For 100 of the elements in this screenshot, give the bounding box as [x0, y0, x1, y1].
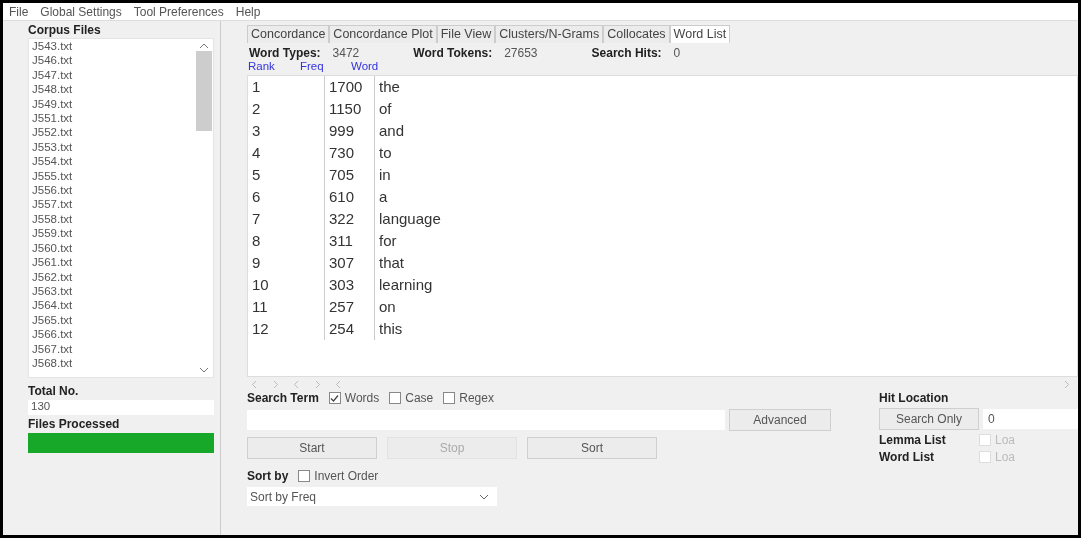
- table-cell-text: 11: [251, 297, 269, 317]
- corpus-txt-entry[interactable]: J546.txt: [32, 53, 195, 68]
- checkbox[interactable]: [443, 392, 456, 404]
- menu-item[interactable]: Tool Preferences: [133, 4, 224, 19]
- total-field: 130: [28, 400, 214, 415]
- corpus-txt-entry[interactable]: J566.txt: [32, 327, 195, 342]
- table-cell-text: 10: [251, 275, 270, 295]
- checkbox[interactable]: [389, 392, 402, 404]
- table-cell-text: 4: [251, 143, 262, 163]
- corpus-txt-entry[interactable]: J549.txt: [32, 96, 195, 112]
- sort-dropdown[interactable]: Sort by Freq: [247, 487, 497, 506]
- corpus-txt-entry[interactable]: J554.txt: [32, 154, 195, 169]
- checkbox-option[interactable]: Words: [328, 391, 380, 405]
- scroll-right-icon[interactable]: [1063, 379, 1070, 389]
- scroll-down-icon[interactable]: [199, 367, 209, 373]
- tab[interactable]: Concordance Plot: [329, 25, 437, 43]
- checkbox-label: Invert Order: [314, 469, 379, 483]
- tab[interactable]: Word List: [669, 25, 731, 43]
- table-cell: 1150: [324, 98, 374, 120]
- scroll-right-icon[interactable]: [314, 379, 321, 389]
- corpus-txt-entry[interactable]: J562.txt: [32, 269, 195, 284]
- table-cell: learning: [374, 274, 1077, 296]
- table-cell: 610: [324, 186, 374, 208]
- action-button[interactable]: Sort: [527, 437, 657, 459]
- scroll-left-icon[interactable]: [251, 379, 258, 389]
- table-cell: to: [374, 142, 1077, 164]
- corpus-txt-entry[interactable]: J551.txt: [32, 111, 195, 126]
- column-header[interactable]: Word: [351, 60, 1078, 75]
- corpus-txt-entry[interactable]: J558.txt: [32, 211, 195, 227]
- table-cell-text: 3: [251, 121, 262, 141]
- scroll-thumb[interactable]: [196, 51, 212, 131]
- table-cell: in: [374, 164, 1077, 186]
- table-cell: the: [374, 76, 1077, 98]
- table-cell: 303: [324, 274, 374, 296]
- corpus-txt-entry[interactable]: J556.txt: [32, 183, 195, 198]
- checkbox-label: Case: [405, 391, 434, 405]
- checkbox[interactable]: [298, 470, 311, 482]
- scroll-left-icon[interactable]: [335, 379, 342, 389]
- table-cell: and: [374, 120, 1077, 142]
- tab[interactable]: Concordance: [247, 25, 330, 43]
- scroll-up-icon[interactable]: [199, 43, 209, 49]
- checkbox-option[interactable]: Invert Order: [298, 469, 379, 483]
- corpus-txt-entry[interactable]: J560.txt: [32, 240, 195, 256]
- list-label: Word List: [879, 450, 936, 464]
- corpus-txt-entry[interactable]: J555.txt: [32, 168, 195, 184]
- table-cell: 254: [324, 318, 374, 340]
- table-cell: on: [374, 296, 1077, 318]
- search-only-button[interactable]: Search Only: [879, 408, 979, 430]
- table-cell-text: 12: [251, 319, 270, 339]
- search-term-label: Search Term: [247, 391, 319, 405]
- list-label: Lemma List: [879, 433, 947, 447]
- table-cell-text: 8: [251, 231, 262, 251]
- advanced-button[interactable]: Advanced: [729, 409, 831, 431]
- table-cell: 999: [324, 120, 374, 142]
- corpus-txt-entry[interactable]: J559.txt: [32, 226, 195, 241]
- column-header[interactable]: Rank: [248, 60, 300, 75]
- table-cell: 307: [324, 252, 374, 274]
- stat-label: Search Hits:: [591, 46, 662, 60]
- menu-item[interactable]: Global Settings: [40, 4, 122, 19]
- scroll-left-icon[interactable]: [293, 379, 300, 389]
- corpus-txt-entry[interactable]: J564.txt: [32, 298, 195, 313]
- hit-location-field[interactable]: 0: [983, 409, 1078, 429]
- table-cell: 257: [324, 296, 374, 318]
- table-cell: 322: [324, 208, 374, 230]
- tab[interactable]: File View: [436, 25, 496, 43]
- tab[interactable]: Clusters/N-Grams: [495, 25, 604, 43]
- column-header[interactable]: Freq: [300, 60, 351, 75]
- menu-item[interactable]: Help: [235, 4, 261, 19]
- tab[interactable]: Collocates: [603, 25, 670, 43]
- table-cell: a: [374, 186, 1077, 208]
- action-button[interactable]: Start: [247, 437, 377, 459]
- table-cell: that: [374, 252, 1077, 274]
- checkbox-label: Words: [344, 391, 380, 405]
- corpus-txt-entry[interactable]: J561.txt: [32, 255, 195, 270]
- checkbox-option[interactable]: Case: [389, 391, 434, 405]
- corpus-txt-entry[interactable]: J543.txt: [32, 39, 195, 54]
- table-cell-text: 5: [251, 165, 262, 185]
- corpus-txt-entry[interactable]: J567.txt: [32, 341, 195, 356]
- corpus-txt-entry[interactable]: J547.txt: [32, 67, 195, 83]
- corpus-txt-entry[interactable]: J552.txt: [32, 125, 195, 140]
- table-cell: 1700: [324, 76, 374, 98]
- corpus-txt-entry[interactable]: J557.txt: [32, 197, 195, 212]
- corpus-txt-entry[interactable]: J548.txt: [32, 82, 195, 97]
- corpus-txt-entry[interactable]: J553.txt: [32, 139, 195, 155]
- files-processed-label: Files Processed: [28, 417, 121, 431]
- stat-value: 27653: [504, 46, 538, 60]
- corpus-txt-entry[interactable]: J563.txt: [32, 283, 195, 299]
- table-cell: language: [374, 208, 1077, 230]
- table-cell: 730: [324, 142, 374, 164]
- scroll-right-icon[interactable]: [272, 379, 279, 389]
- checkbox-option[interactable]: Regex: [443, 391, 494, 405]
- hit-location-label: Hit Location: [879, 391, 950, 405]
- table-cell-text: 6: [251, 187, 262, 207]
- corpus-txt-entry[interactable]: J568.txt: [32, 355, 195, 371]
- checkbox[interactable]: [328, 392, 341, 404]
- menu-item[interactable]: File: [9, 4, 29, 19]
- table-cell: for: [374, 230, 1077, 252]
- table-cell-text: 7: [251, 209, 262, 229]
- sort-by-label: Sort by: [247, 469, 289, 483]
- corpus-txt-entry[interactable]: J565.txt: [32, 312, 195, 328]
